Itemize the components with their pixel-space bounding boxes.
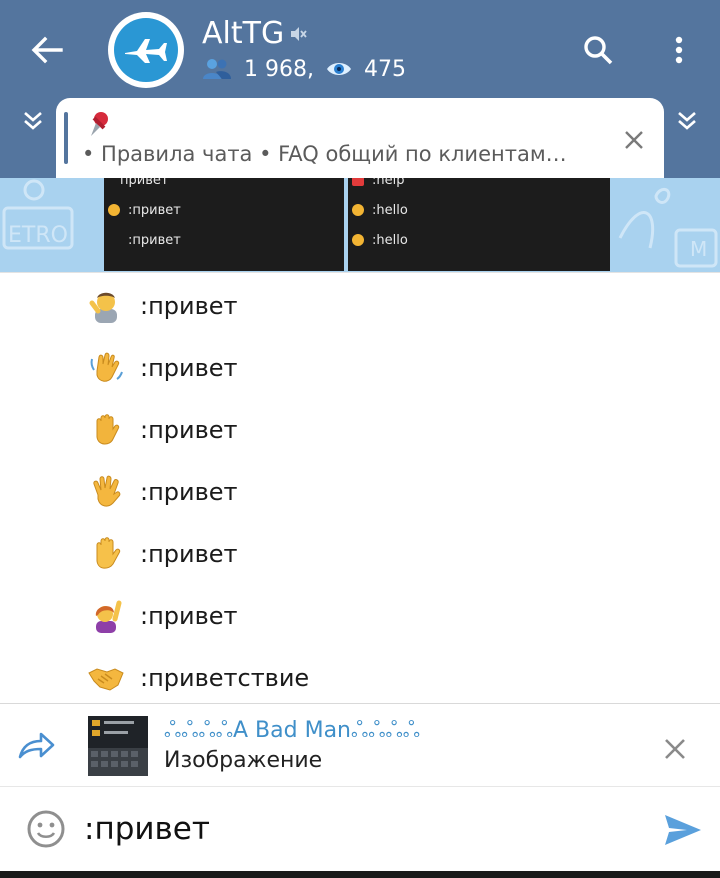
chat-stats: 1 968, 475 (202, 56, 406, 82)
hand-fingers-splayed-icon (88, 474, 124, 510)
emoji-icon (108, 204, 120, 216)
muted-speaker-icon (291, 27, 307, 41)
back-button[interactable] (22, 28, 72, 72)
screenshot-text: :help (372, 178, 405, 188)
reply-preview-text: Изображение (164, 748, 323, 773)
emoji-icon (352, 204, 364, 216)
reply-preview-panel: ஃஃஃஃA Bad Manஃஃஃஃ Изображение (0, 703, 720, 787)
expand-left-button[interactable] (18, 106, 48, 136)
online-count: 475 (363, 56, 406, 82)
members-icon (202, 58, 232, 80)
image-preview-left[interactable]: привет :привет :привет (104, 178, 344, 271)
chat-title[interactable]: AltTG (202, 16, 284, 51)
screenshot-text: :hello (372, 232, 408, 248)
close-icon (625, 131, 643, 149)
svg-text:ETRO: ETRO (8, 223, 68, 248)
screenshot-text: :привет (128, 232, 181, 248)
emoji-button[interactable] (24, 807, 68, 851)
suggestion-label: :привет (140, 292, 238, 320)
reply-author: ஃஃஃஃA Bad Manஃஃஃஃ (164, 718, 420, 743)
reply-forward-button[interactable] (14, 728, 58, 764)
expand-right-button[interactable] (672, 106, 702, 136)
man-tipping-hand-icon (88, 288, 124, 324)
suggestion-label: :привет (140, 478, 238, 506)
emoji-suggestion-list: :привет :привет :привет:привет:привет … (0, 272, 720, 704)
suggestion-item[interactable]: :привет (0, 275, 720, 337)
pinned-close-button[interactable] (618, 124, 650, 156)
woman-raising-hand-icon (88, 598, 124, 634)
double-chevron-down-icon (678, 112, 696, 130)
pushpin-icon (91, 112, 108, 136)
reply-thumbnail (88, 716, 148, 776)
image-preview-right[interactable]: :help :hello :hello (348, 178, 610, 271)
pinned-text: • Правила чата • FAQ общий по клиентам… (82, 142, 567, 166)
suggestion-item[interactable]: :привет (0, 523, 720, 585)
pinned-message[interactable] (56, 98, 664, 178)
more-menu-button[interactable] (662, 28, 696, 72)
chat-avatar[interactable] (108, 12, 184, 88)
forward-arrow-icon (18, 732, 55, 759)
suggestion-label: :привет (140, 354, 238, 382)
members-count: 1 968, (244, 56, 314, 82)
screenshot-text: привет (120, 178, 169, 188)
chat-screen: AltTG 1 968, 475 • Правила чата • FAQ об… (0, 0, 720, 878)
search-icon (584, 36, 613, 65)
reply-close-button[interactable] (658, 732, 692, 766)
suggestion-item[interactable]: :привет (0, 337, 720, 399)
suggestion-label: :привет (140, 416, 238, 444)
raised-back-of-hand-icon (88, 412, 124, 448)
suggestion-item[interactable]: :привет (0, 461, 720, 523)
svg-text:M: M (690, 237, 707, 261)
jet-plane-icon (125, 39, 167, 63)
arrow-left-icon (31, 36, 63, 64)
screenshot-text: :hello (372, 202, 408, 218)
raised-hand-icon (88, 536, 124, 572)
emoji-icon (352, 178, 364, 186)
search-button[interactable] (576, 28, 620, 72)
double-chevron-down-icon (24, 112, 42, 130)
close-icon (665, 739, 685, 759)
more-vertical-icon (675, 36, 683, 64)
app-header: AltTG 1 968, 475 (0, 0, 720, 98)
suggestion-label: :привет (140, 602, 238, 630)
suggestion-label: :приветствие (140, 664, 310, 692)
suggestion-item[interactable]: :привет (0, 399, 720, 461)
system-nav-strip (0, 871, 720, 878)
suggestion-item[interactable]: :привет (0, 585, 720, 647)
handshake-icon (88, 660, 124, 696)
screenshot-text: :привет (128, 202, 181, 218)
eye-icon (326, 59, 352, 79)
emoji-icon (352, 234, 364, 246)
message-input[interactable] (84, 801, 644, 857)
message-composer (0, 787, 720, 871)
waving-hand-icon (88, 350, 124, 386)
send-button[interactable] (660, 809, 706, 851)
send-icon (665, 815, 701, 845)
pinned-accent-line (64, 112, 68, 164)
suggestion-item[interactable]: :приветствие (0, 647, 720, 709)
suggestion-label: :привет (140, 540, 238, 568)
smiley-icon (27, 810, 65, 848)
